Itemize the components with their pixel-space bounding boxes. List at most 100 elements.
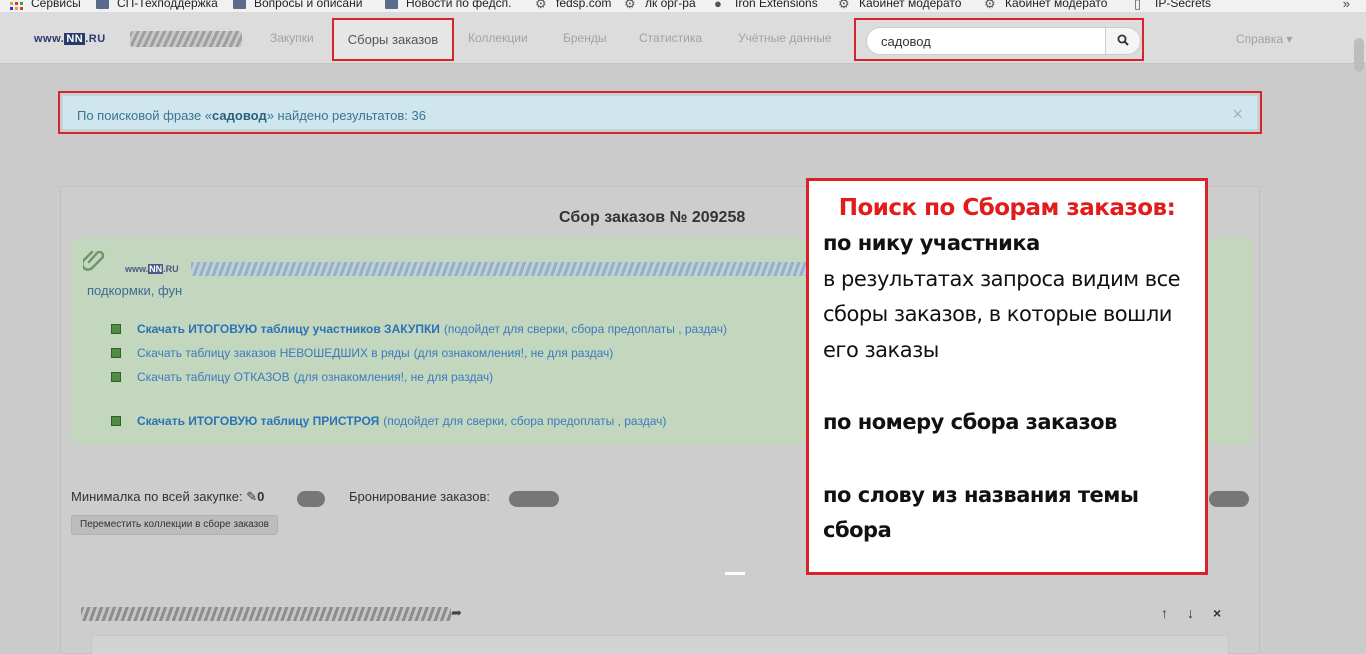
callout-line: по слову из названия темы — [823, 483, 1139, 507]
spreadsheet-icon — [111, 416, 121, 426]
download-link-note: (для ознакомления!, не для раздач) — [413, 346, 614, 360]
blurred-topic-link — [191, 262, 811, 276]
callout-line: сборы заказов, в которые вошли — [823, 302, 1172, 326]
callout-line: в результатах запроса видим все — [823, 267, 1181, 291]
bookmark-questions[interactable]: Вопросы и описани — [233, 0, 362, 10]
collection-subpanel — [91, 635, 1229, 654]
callout-line: по нику участника — [823, 231, 1040, 255]
callout-line: сбора — [823, 518, 892, 542]
gear-icon: ⚙ — [535, 0, 547, 11]
download-link-refusals[interactable]: Скачать таблицу ОТКАЗОВ (для ознакомления… — [111, 370, 493, 384]
alert-query: садовод — [212, 108, 267, 123]
bookmark-moderator-2[interactable]: ⚙ Кабинет модерато — [984, 0, 1107, 10]
download-link-text: Скачать ИТОГОВУЮ таблицу ПРИСТРОЯ — [137, 414, 380, 428]
minimum-value: 0 — [257, 489, 265, 504]
minimum-label-text: Минималка по всей закупке: — [71, 489, 243, 504]
bookmark-label: IP-Secrets — [1155, 0, 1212, 10]
alert-suffix: » найдено результатов: 36 — [266, 108, 426, 123]
bookmark-support[interactable]: СП-Техподдержка — [96, 0, 218, 10]
search-form — [854, 18, 1144, 61]
gear-icon: ⚙ — [984, 0, 996, 11]
move-collections-button[interactable]: Переместить коллекции в сборе заказов — [71, 515, 278, 535]
search-result-alert-frame: По поисковой фразе «садовод» найдено рез… — [58, 91, 1262, 134]
move-up-button[interactable]: ↑ — [1161, 605, 1168, 621]
nn-site-icon — [385, 0, 398, 9]
download-link-note: (для ознакомления!, не для раздач) — [293, 370, 494, 384]
nav-link-label: Сборы заказов — [347, 32, 439, 47]
alert-text: По поисковой фразе «садовод» найдено рез… — [77, 108, 426, 123]
logo-suffix: .RU — [85, 33, 106, 45]
panel-logo: www.NN.RU — [125, 264, 179, 274]
bookmark-services[interactable]: Сервисы — [10, 0, 81, 10]
callout-title: Поиск по Сборам заказов: — [838, 195, 1176, 221]
nav-link-brands[interactable]: Бренды — [563, 31, 606, 45]
pencil-icon[interactable]: ✎ — [246, 489, 257, 504]
close-icon[interactable]: × — [1232, 104, 1243, 125]
nn-site-icon — [96, 0, 109, 9]
topic-text: подкормки, фун — [87, 283, 183, 298]
panel-title: Сбор заказов № 209258 — [559, 209, 746, 226]
bookmark-org-cabinet[interactable]: ⚙ лк орг-ра — [624, 0, 696, 10]
search-icon — [1117, 34, 1129, 49]
callout-line: по номеру сбора заказов — [823, 410, 1117, 434]
minimum-label: Минималка по всей закупке: ✎0 — [71, 489, 264, 505]
globe-icon: ● — [714, 0, 722, 11]
bookmark-label: Кабинет модерато — [1005, 0, 1108, 10]
settings-dropdown[interactable] — [1209, 491, 1249, 507]
nav-link-purchases[interactable]: Закупки — [270, 31, 314, 45]
share-icon[interactable]: ➦ — [451, 605, 462, 621]
nav-link-order-collections[interactable]: Сборы заказов — [332, 18, 454, 61]
download-link-final-attach[interactable]: Скачать ИТОГОВУЮ таблицу ПРИСТРОЯ (подойд… — [111, 414, 666, 428]
gear-icon: ⚙ — [624, 0, 636, 11]
download-link-note: (подойдет для сверки, сбора предоплаты ,… — [443, 322, 727, 336]
move-down-button[interactable]: ↓ — [1187, 605, 1194, 621]
nn-site-icon — [233, 0, 246, 9]
nav-link-collections[interactable]: Коллекции — [468, 31, 528, 45]
search-input[interactable] — [866, 27, 1106, 55]
bookmarks-bar: Сервисы СП-Техподдержка Вопросы и описан… — [0, 0, 1366, 12]
spreadsheet-icon — [111, 348, 121, 358]
callout-line: его заказы — [823, 338, 939, 362]
bookmark-label: лк орг-ра — [645, 0, 696, 10]
download-link-note: (подойдет для сверки, сбора предоплаты ,… — [383, 414, 667, 428]
blurred-collection-title — [81, 607, 451, 621]
nav-link-account-data[interactable]: Учётные данные — [738, 31, 832, 45]
logo-brand: NN — [64, 33, 86, 45]
minimum-dropdown[interactable] — [297, 491, 325, 507]
top-navbar: www. NN .RU Закупки Сборы заказов Коллекци… — [0, 12, 1366, 72]
bookmark-label: Сервисы — [31, 0, 81, 10]
help-dropdown[interactable]: Справка ▾ — [1236, 32, 1292, 46]
spreadsheet-icon — [111, 324, 121, 334]
bookmark-moderator-1[interactable]: ⚙ Кабинет модерато — [838, 0, 961, 10]
booking-dropdown[interactable] — [509, 491, 559, 507]
paperclip-icon — [81, 248, 105, 280]
download-link-final-participants[interactable]: Скачать ИТОГОВУЮ таблицу участников ЗАКУ… — [111, 322, 727, 336]
page-icon: ▯ — [1134, 0, 1142, 11]
bookmark-iron-extensions[interactable]: ● Iron Extensions — [714, 0, 818, 10]
bookmark-label: Вопросы и описани — [254, 0, 363, 10]
nav-link-statistics[interactable]: Статистика — [639, 31, 702, 45]
search-button[interactable] — [1105, 27, 1141, 55]
logo-suffix: .RU — [163, 264, 179, 274]
download-link-text: Скачать ИТОГОВУЮ таблицу участников ЗАКУ… — [137, 322, 440, 336]
bookmark-news[interactable]: Новости по федсп. — [385, 0, 511, 10]
logo-prefix: www. — [34, 33, 65, 45]
scrollbar-thumb[interactable] — [1354, 38, 1364, 72]
spreadsheet-icon — [111, 372, 121, 382]
section-divider — [725, 572, 745, 575]
bookmark-label: Новости по федсп. — [406, 0, 512, 10]
download-link-not-included[interactable]: Скачать таблицу заказов НЕВОШЕДШИХ в ряд… — [111, 346, 613, 360]
bookmark-label: Кабинет модерато — [859, 0, 962, 10]
bookmark-fedsp[interactable]: ⚙ fedsp.com — [535, 0, 611, 10]
search-result-alert: По поисковой фразе «садовод» найдено рез… — [62, 95, 1258, 130]
bookmark-label: СП-Техподдержка — [117, 0, 218, 10]
remove-button[interactable]: × — [1213, 605, 1221, 621]
bookmark-ip-secrets[interactable]: ▯ IP-Secrets — [1134, 0, 1211, 10]
booking-label: Бронирование заказов: — [349, 489, 490, 504]
bookmarks-more-button[interactable]: » — [1343, 0, 1350, 11]
site-logo[interactable]: www. NN .RU — [34, 33, 106, 45]
logo-brand: NN — [148, 264, 164, 274]
apps-grid-icon — [10, 0, 23, 10]
bookmark-label: fedsp.com — [556, 0, 612, 10]
bookmark-label: Iron Extensions — [735, 0, 818, 10]
